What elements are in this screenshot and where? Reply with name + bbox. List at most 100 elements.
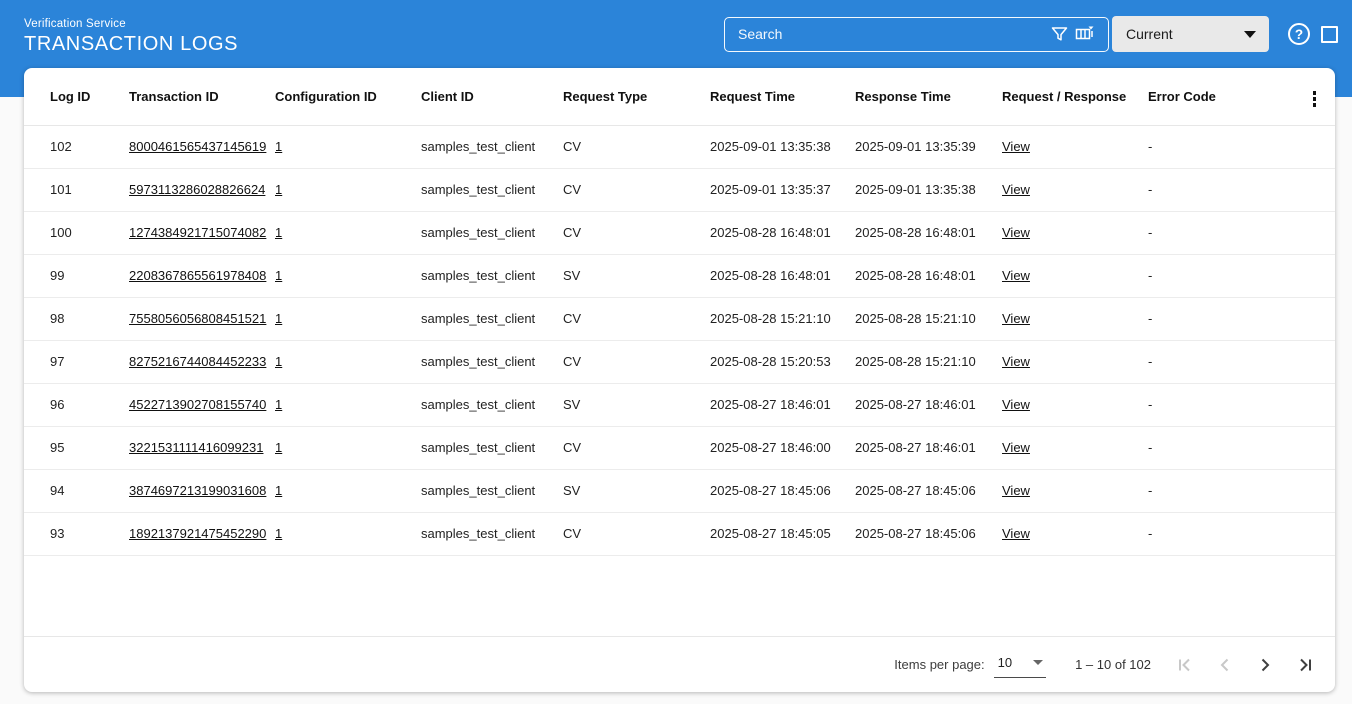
log-id-cell: 97	[24, 340, 129, 383]
transaction-id-link-cell: 1274384921715074082	[129, 211, 275, 254]
transaction-id-link-cell: 2208367865561978408	[129, 254, 275, 297]
previous-page-button[interactable]	[1205, 645, 1245, 685]
error-code-cell: -	[1148, 426, 1273, 469]
response-time-cell: 2025-08-28 15:21:10	[855, 340, 1002, 383]
scope-select[interactable]: Current	[1112, 16, 1269, 52]
next-page-button[interactable]	[1245, 645, 1285, 685]
log-id-cell: 95	[24, 426, 129, 469]
client-id-cell: samples_test_client	[421, 383, 563, 426]
column-header-error-code: Error Code	[1148, 68, 1273, 125]
transaction-id-link-cell: 3874697213199031608	[129, 469, 275, 512]
page-title: TRANSACTION LOGS	[24, 33, 238, 56]
transaction-id-link-cell: 8000461565437145619	[129, 125, 275, 168]
view-request-response-link[interactable]: View	[1002, 311, 1030, 326]
view-request-response-link-cell: View	[1002, 426, 1148, 469]
view-request-response-link[interactable]: View	[1002, 483, 1030, 498]
request-type-cell: SV	[563, 254, 710, 297]
help-icon[interactable]: ?	[1288, 23, 1310, 45]
choose-columns-icon[interactable]	[1072, 21, 1098, 47]
scope-select-value: Current	[1126, 26, 1173, 42]
window-icon[interactable]	[1321, 26, 1338, 43]
error-code-cell: -	[1148, 125, 1273, 168]
configuration-id-link[interactable]: 1	[275, 182, 282, 197]
view-request-response-link[interactable]: View	[1002, 440, 1030, 455]
transaction-logs-table: Log IDTransaction IDConfiguration IDClie…	[24, 68, 1335, 556]
configuration-id-link[interactable]: 1	[275, 483, 282, 498]
transaction-id-link[interactable]: 5973113286028826624	[129, 182, 265, 197]
transaction-id-link[interactable]: 7558056056808451521	[129, 311, 266, 326]
view-request-response-link-cell: View	[1002, 512, 1148, 555]
configuration-id-link[interactable]: 1	[275, 526, 282, 541]
configuration-id-link[interactable]: 1	[275, 225, 282, 240]
error-code-cell: -	[1148, 340, 1273, 383]
transaction-id-link[interactable]: 1892137921475452290	[129, 526, 266, 541]
row-actions-cell	[1273, 125, 1335, 168]
log-id-cell: 99	[24, 254, 129, 297]
transaction-id-link[interactable]: 8275216744084452233	[129, 354, 266, 369]
previous-page-icon	[1215, 655, 1235, 675]
transaction-id-link[interactable]: 8000461565437145619	[129, 139, 266, 154]
view-request-response-link[interactable]: View	[1002, 268, 1030, 283]
configuration-id-link-cell: 1	[275, 512, 421, 555]
view-request-response-link[interactable]: View	[1002, 354, 1030, 369]
request-type-cell: SV	[563, 383, 710, 426]
response-time-cell: 2025-08-27 18:46:01	[855, 383, 1002, 426]
transaction-id-link[interactable]: 1274384921715074082	[129, 225, 266, 240]
table-menu-header-cell	[1273, 68, 1335, 125]
configuration-id-link[interactable]: 1	[275, 354, 282, 369]
view-request-response-link[interactable]: View	[1002, 397, 1030, 412]
log-id-cell: 100	[24, 211, 129, 254]
transaction-id-link[interactable]: 2208367865561978408	[129, 268, 266, 283]
error-code-cell: -	[1148, 512, 1273, 555]
transaction-id-link[interactable]: 3874697213199031608	[129, 483, 266, 498]
column-header-log-id: Log ID	[24, 68, 129, 125]
column-header-configuration-id: Configuration ID	[275, 68, 421, 125]
view-request-response-link[interactable]: View	[1002, 139, 1030, 154]
view-request-response-link[interactable]: View	[1002, 182, 1030, 197]
request-time-cell: 2025-09-01 13:35:38	[710, 125, 855, 168]
request-time-cell: 2025-08-27 18:46:00	[710, 426, 855, 469]
configuration-id-link-cell: 1	[275, 125, 421, 168]
configuration-id-link[interactable]: 1	[275, 311, 282, 326]
response-time-cell: 2025-08-28 16:48:01	[855, 254, 1002, 297]
view-request-response-link-cell: View	[1002, 469, 1148, 512]
column-menu-icon[interactable]	[1310, 88, 1320, 110]
filter-icon[interactable]	[1046, 21, 1072, 47]
configuration-id-link-cell: 1	[275, 469, 421, 512]
request-time-cell: 2025-08-28 16:48:01	[710, 254, 855, 297]
client-id-cell: samples_test_client	[421, 469, 563, 512]
response-time-cell: 2025-08-27 18:45:06	[855, 469, 1002, 512]
view-request-response-link[interactable]: View	[1002, 225, 1030, 240]
configuration-id-link[interactable]: 1	[275, 397, 282, 412]
transaction-id-link[interactable]: 3221531111416099231	[129, 440, 263, 455]
request-time-cell: 2025-08-28 15:20:53	[710, 340, 855, 383]
first-page-icon	[1175, 655, 1195, 675]
view-request-response-link-cell: View	[1002, 340, 1148, 383]
paginator: Items per page: 10 1 – 10 of 102	[24, 636, 1335, 692]
transaction-id-link-cell: 5973113286028826624	[129, 168, 275, 211]
search-input[interactable]	[725, 18, 1046, 51]
client-id-cell: samples_test_client	[421, 254, 563, 297]
configuration-id-link[interactable]: 1	[275, 139, 282, 154]
row-actions-cell	[1273, 469, 1335, 512]
view-request-response-link[interactable]: View	[1002, 526, 1030, 541]
configuration-id-link[interactable]: 1	[275, 268, 282, 283]
last-page-icon	[1295, 655, 1315, 675]
first-page-button[interactable]	[1165, 645, 1205, 685]
row-actions-cell	[1273, 254, 1335, 297]
items-per-page-select[interactable]: 10	[994, 652, 1046, 678]
request-time-cell: 2025-08-27 18:46:01	[710, 383, 855, 426]
column-header-response-time: Response Time	[855, 68, 1002, 125]
configuration-id-link-cell: 1	[275, 211, 421, 254]
table-row: 9875580560568084515211samples_test_clien…	[24, 297, 1335, 340]
next-page-icon	[1255, 655, 1275, 675]
transaction-id-link[interactable]: 4522713902708155740	[129, 397, 266, 412]
client-id-cell: samples_test_client	[421, 340, 563, 383]
app-name: Verification Service	[24, 18, 238, 30]
configuration-id-link[interactable]: 1	[275, 440, 282, 455]
view-request-response-link-cell: View	[1002, 125, 1148, 168]
transaction-id-link-cell: 3221531111416099231	[129, 426, 275, 469]
log-id-cell: 93	[24, 512, 129, 555]
last-page-button[interactable]	[1285, 645, 1325, 685]
page-range-label: 1 – 10 of 102	[1075, 657, 1151, 672]
